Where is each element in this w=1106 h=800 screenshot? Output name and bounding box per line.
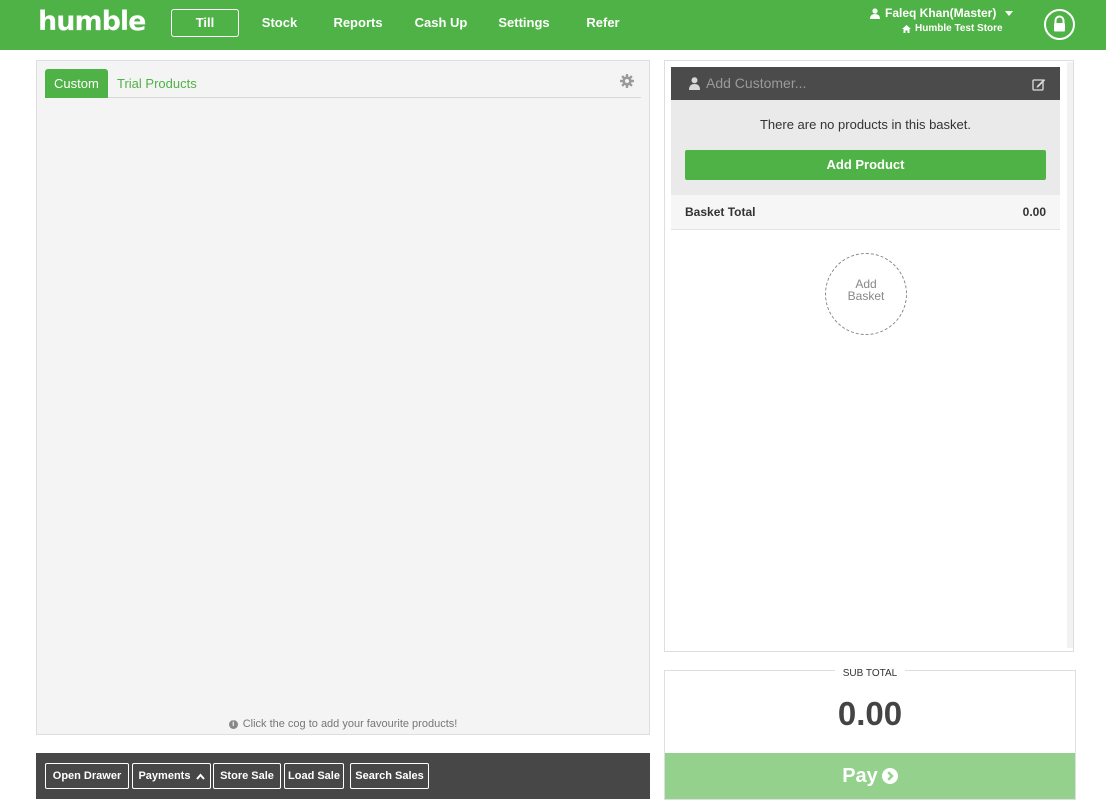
add-basket-button[interactable]: Add Basket	[825, 253, 907, 335]
favourites-hint-text: Click the cog to add your favourite prod…	[242, 718, 458, 730]
basket-total-value: 0.00	[1022, 205, 1046, 219]
basket-panel: Add Customer... There are no products in…	[664, 60, 1074, 652]
user-icon	[870, 7, 880, 19]
basket-scrollbar[interactable]	[1067, 62, 1073, 648]
info-icon: i	[228, 719, 238, 729]
home-icon	[902, 24, 911, 33]
basket-total-label: Basket Total	[685, 205, 756, 219]
search-sales-button[interactable]: Search Sales	[350, 763, 429, 789]
add-customer-placeholder: Add Customer...	[706, 75, 807, 91]
products-panel: Custom Trial Products i Click the cog to…	[36, 60, 650, 735]
gear-icon[interactable]	[620, 74, 634, 88]
person-icon	[689, 77, 700, 90]
nav-reports[interactable]: Reports	[326, 9, 390, 37]
empty-basket-message: There are no products in this basket.	[759, 117, 971, 132]
edit-icon[interactable]	[1032, 77, 1046, 91]
checkout-panel: SUB TOTAL 0.00 Pay	[664, 668, 1076, 800]
subtotal-label: SUB TOTAL	[834, 668, 906, 679]
add-product-button[interactable]: Add Product	[685, 150, 1046, 180]
lock-icon	[1054, 15, 1065, 32]
lock-button[interactable]	[1044, 9, 1075, 40]
pay-label: Pay	[842, 764, 878, 787]
till-action-bar: Open Drawer Payments Store Sale Load Sal…	[36, 753, 650, 799]
chevron-circle-right-icon	[881, 768, 898, 784]
user-name: Faleq Khan(Master)	[885, 6, 997, 20]
chevron-up-icon	[195, 773, 205, 780]
tab-trial-products[interactable]: Trial Products	[108, 69, 206, 98]
nav-cash-up[interactable]: Cash Up	[408, 9, 474, 37]
add-customer-bar[interactable]: Add Customer...	[671, 67, 1060, 100]
payments-label: Payments	[138, 770, 191, 782]
favourites-hint: i Click the cog to add your favourite pr…	[37, 718, 649, 730]
basket-total-row: Basket Total 0.00	[671, 195, 1060, 230]
tab-custom[interactable]: Custom	[45, 69, 108, 98]
payments-button[interactable]: Payments	[132, 763, 211, 789]
load-sale-button[interactable]: Load Sale	[284, 763, 344, 789]
top-navbar: humble Till Stock Reports Cash Up Settin…	[0, 0, 1106, 50]
store-sale-button[interactable]: Store Sale	[213, 763, 281, 789]
pay-button[interactable]: Pay	[665, 753, 1075, 799]
chevron-down-icon	[1005, 10, 1014, 16]
store-name: Humble Test Store	[915, 23, 1003, 34]
basket-items: There are no products in this basket. Ad…	[671, 100, 1060, 195]
nav-stock[interactable]: Stock	[252, 9, 307, 37]
open-drawer-button[interactable]: Open Drawer	[45, 763, 129, 789]
nav-settings[interactable]: Settings	[492, 9, 556, 37]
nav-till[interactable]: Till	[171, 9, 239, 37]
product-tabs: Custom Trial Products	[45, 69, 641, 98]
subtotal-value: 0.00	[837, 695, 903, 732]
humble-logo[interactable]: humble	[38, 6, 146, 37]
nav-refer[interactable]: Refer	[576, 9, 630, 37]
user-menu[interactable]: Faleq Khan(Master) Humble Test Store	[870, 6, 1030, 34]
add-basket-line2: Basket	[847, 289, 885, 303]
